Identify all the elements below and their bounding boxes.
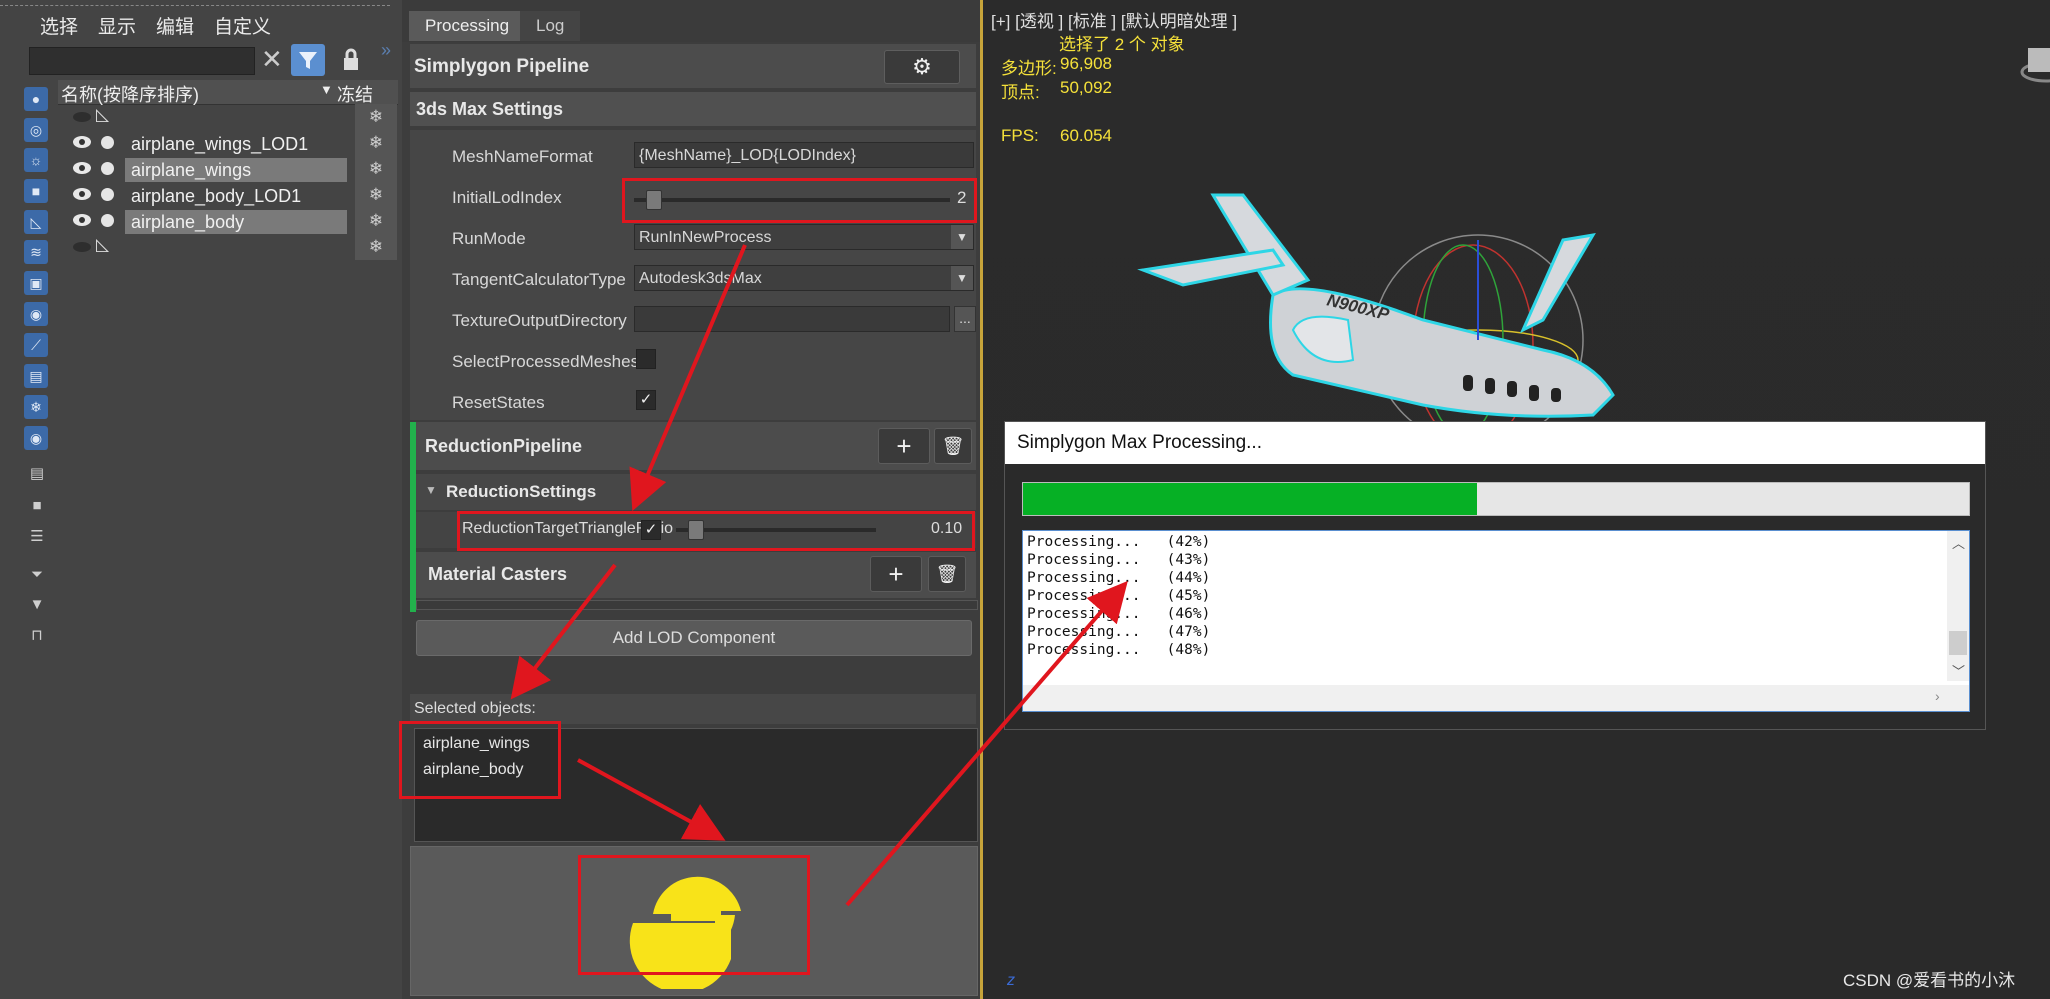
annotation-arrows xyxy=(510,244,1128,907)
